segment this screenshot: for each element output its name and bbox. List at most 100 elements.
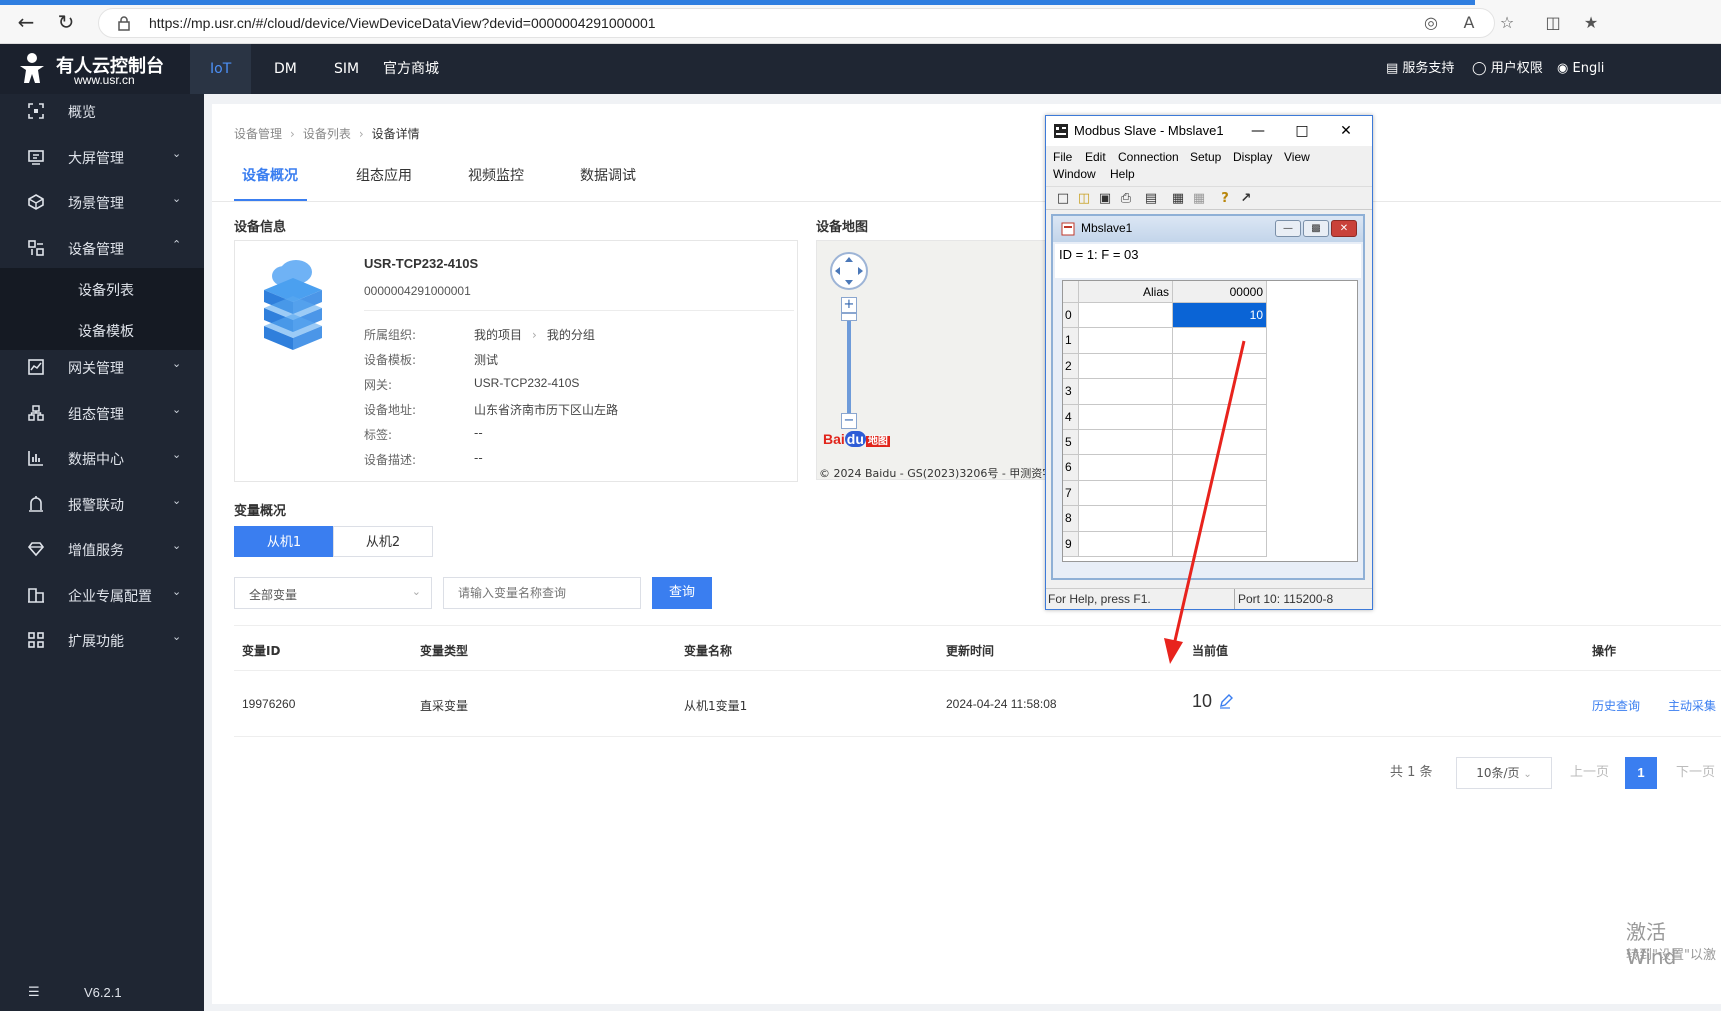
new-file-icon[interactable]: □ [1054,190,1072,208]
sidebar-item-device[interactable]: 设备管理 ⌃ [0,223,204,273]
register-alias-cell[interactable] [1079,455,1173,481]
register-alias-cell[interactable] [1079,328,1173,354]
sidebar-item-enterprise[interactable]: 企业专属配置 ⌄ [0,570,204,620]
save-icon[interactable]: ▣ [1096,190,1114,208]
location-icon[interactable]: ◎ [1420,12,1442,34]
sidebar-item-data-center[interactable]: 数据中心 ⌄ [0,433,204,483]
menu-window[interactable]: Window [1053,167,1096,181]
permission-link[interactable]: ◯ 用户权限 [1472,44,1543,94]
menu-connection[interactable]: Connection [1118,150,1179,164]
register-alias-cell[interactable] [1079,506,1173,532]
register-value-cell[interactable]: 10 [1173,303,1267,329]
close-icon[interactable]: ✕ [1326,119,1366,143]
sidebar-item-scene[interactable]: 场景管理 ⌄ [0,177,204,227]
address-bar[interactable]: https://mp.usr.cn/#/cloud/device/ViewDev… [98,8,1495,38]
register-value-cell[interactable] [1173,455,1267,481]
next-page-button[interactable]: 下一页 [1676,757,1721,789]
child-close-icon[interactable]: ✕ [1331,220,1357,237]
register-alias-cell[interactable] [1079,531,1173,557]
mbslave1-child-window[interactable]: Mbslave1 — ▩ ✕ ID = 1: F = 03 Alias 0000… [1051,214,1365,580]
register-value-cell[interactable] [1173,531,1267,557]
sidebar-item-alarm[interactable]: 报警联动 ⌄ [0,479,204,529]
tab-video[interactable]: 视频监控 [468,165,524,185]
menu-edit[interactable]: Edit [1085,150,1106,164]
split-screen-icon[interactable]: ◫ [1542,12,1564,34]
reload-icon[interactable]: ↻ [54,10,78,34]
sidebar-item-extension[interactable]: 扩展功能 ⌄ [0,615,204,665]
tab-debug[interactable]: 数据调试 [580,165,636,185]
edit-pencil-icon[interactable] [1218,693,1234,709]
help-icon[interactable]: ? [1216,190,1234,208]
sidebar-item-overview[interactable]: 概览 [0,86,204,136]
register-value-cell[interactable] [1173,379,1267,405]
variable-search-input[interactable] [443,577,641,609]
mbslave1-title-bar[interactable]: Mbslave1 — ▩ ✕ [1053,216,1363,242]
tab-overview[interactable]: 设备概况 [242,165,298,185]
slave2-tab[interactable]: 从机2 [333,526,433,557]
register-alias-cell[interactable] [1079,430,1173,456]
zoom-out-icon[interactable]: − [841,413,857,429]
register-alias-cell[interactable] [1079,404,1173,430]
sidebar-item-gateway[interactable]: 网关管理 ⌄ [0,342,204,392]
favorite-star-icon[interactable]: ☆ [1496,12,1518,34]
register-alias-cell[interactable] [1079,379,1173,405]
language-link[interactable]: ◉ Engli [1557,44,1604,94]
back-arrow-icon[interactable]: ← [14,10,38,34]
minimize-icon[interactable]: — [1238,119,1278,143]
window-icon[interactable]: ▤ [1142,190,1160,208]
register-value-cell[interactable] [1173,328,1267,354]
active-collect-link[interactable]: 主动采集 [1668,697,1721,714]
zoom-slider-track[interactable] [847,313,851,413]
child-restore-icon[interactable]: ▩ [1303,220,1329,237]
disconnect-icon[interactable]: ▦ [1190,190,1208,208]
menu-file[interactable]: File [1053,150,1072,164]
sidebar-item-topology[interactable]: 组态管理 ⌄ [0,388,204,438]
page-number-button[interactable]: 1 [1625,757,1657,789]
breadcrumb-device-mgmt[interactable]: 设备管理 [234,127,282,141]
favorites-icon[interactable]: ★ [1580,12,1602,34]
device-map-title: 设备地图 [816,220,869,235]
register-alias-cell[interactable] [1079,480,1173,507]
print-icon[interactable]: ⎙ [1117,190,1135,208]
context-help-icon[interactable]: ↗ [1237,190,1255,208]
tab-topology-app[interactable]: 组态应用 [356,165,412,185]
map-pan-control-icon[interactable] [829,251,869,291]
register-alias-cell[interactable] [1079,303,1173,329]
topnav-store[interactable]: 官方商城 [363,44,459,94]
menu-help[interactable]: Help [1110,167,1135,181]
register-value-cell[interactable] [1173,404,1267,430]
register-value-cell[interactable] [1173,353,1267,380]
history-query-link[interactable]: 历史查询 [1592,697,1640,714]
slave1-tab[interactable]: 从机1 [234,526,334,557]
prev-page-button[interactable]: 上一页 [1570,757,1609,789]
register-value-cell[interactable] [1173,430,1267,456]
register-grid[interactable]: Alias 00000 0 10 1 2 3 4 5 6 7 8 9 [1062,280,1358,562]
support-link[interactable]: ▤ 服务支持 [1386,44,1454,94]
sidebar-subitem-device-list[interactable]: 设备列表 [0,268,204,310]
page-size-select[interactable]: 10条/页 ⌄ [1456,757,1552,789]
collapse-menu-icon[interactable]: ☰ [28,985,40,1000]
sidebar-item-screen[interactable]: 大屏管理 ⌄ [0,132,204,182]
sidebar-item-value-added[interactable]: 增值服务 ⌄ [0,524,204,574]
menu-display[interactable]: Display [1233,150,1272,164]
topnav-dm[interactable]: DM [254,44,317,94]
row-update-time: 2024-04-24 11:58:08 [946,697,1057,711]
register-alias-cell[interactable] [1079,353,1173,380]
menu-view[interactable]: View [1284,150,1310,164]
device-map[interactable]: + − Bai du 地图 [816,240,1056,480]
read-aloud-icon[interactable]: A [1458,12,1480,34]
open-folder-icon[interactable]: ◫ [1075,190,1093,208]
query-button[interactable]: 查询 [652,577,712,609]
child-minimize-icon[interactable]: — [1275,220,1301,237]
maximize-icon[interactable]: □ [1282,119,1322,143]
variable-filter-select[interactable]: 全部变量 ⌄ [234,577,432,609]
zoom-slider-handle[interactable] [841,313,857,321]
register-value-cell[interactable] [1173,480,1267,507]
zoom-in-icon[interactable]: + [841,297,857,313]
modbus-slave-window[interactable]: Modbus Slave - Mbslave1 — □ ✕ File Edit … [1045,115,1373,610]
menu-setup[interactable]: Setup [1190,150,1221,164]
breadcrumb-device-list[interactable]: 设备列表 [303,127,351,141]
connect-icon[interactable]: ▦ [1169,190,1187,208]
modbus-title-bar[interactable]: Modbus Slave - Mbslave1 — □ ✕ [1046,116,1372,146]
register-value-cell[interactable] [1173,506,1267,532]
